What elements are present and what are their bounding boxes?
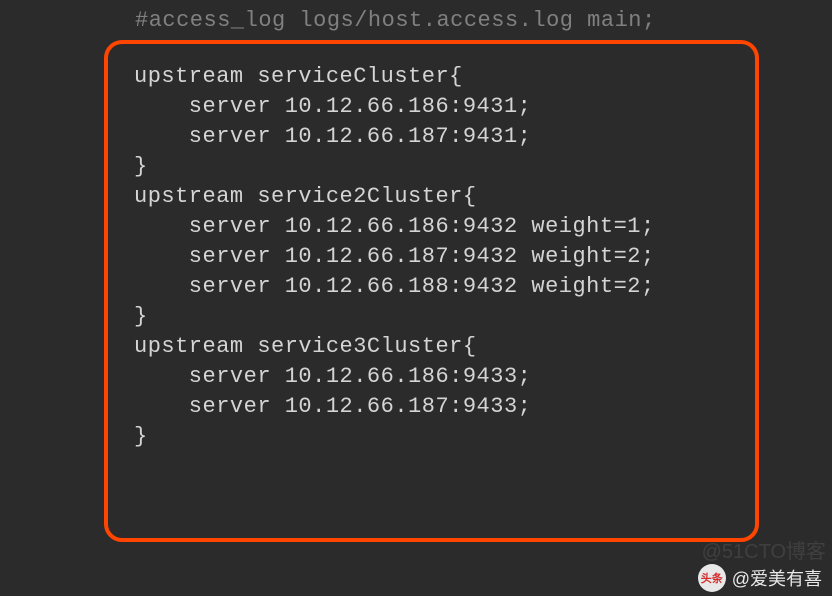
code-line: } (134, 302, 737, 332)
footer-attribution: 头条 @爱美有喜 (698, 564, 822, 592)
toutiao-icon: 头条 (698, 564, 726, 592)
code-line: server 10.12.66.188:9432 weight=2; (134, 272, 737, 302)
code-line: } (134, 422, 737, 452)
code-line: server 10.12.66.187:9431; (134, 122, 737, 152)
code-line: server 10.12.66.186:9433; (134, 362, 737, 392)
watermark-text: @51CTO博客 (702, 535, 826, 564)
code-line: server 10.12.66.186:9431; (134, 92, 737, 122)
code-line: upstream serviceCluster{ (134, 62, 737, 92)
code-line: } (134, 152, 737, 182)
code-line: upstream service3Cluster{ (134, 332, 737, 362)
code-line: server 10.12.66.187:9433; (134, 392, 737, 422)
code-line: server 10.12.66.187:9432 weight=2; (134, 242, 737, 272)
footer-username: @爱美有喜 (732, 565, 822, 591)
code-line: server 10.12.66.186:9432 weight=1; (134, 212, 737, 242)
code-line: upstream service2Cluster{ (134, 182, 737, 212)
highlighted-code-block: upstream serviceCluster{ server 10.12.66… (104, 40, 759, 542)
comment-line: #access_log logs/host.access.log main; (0, 0, 832, 33)
